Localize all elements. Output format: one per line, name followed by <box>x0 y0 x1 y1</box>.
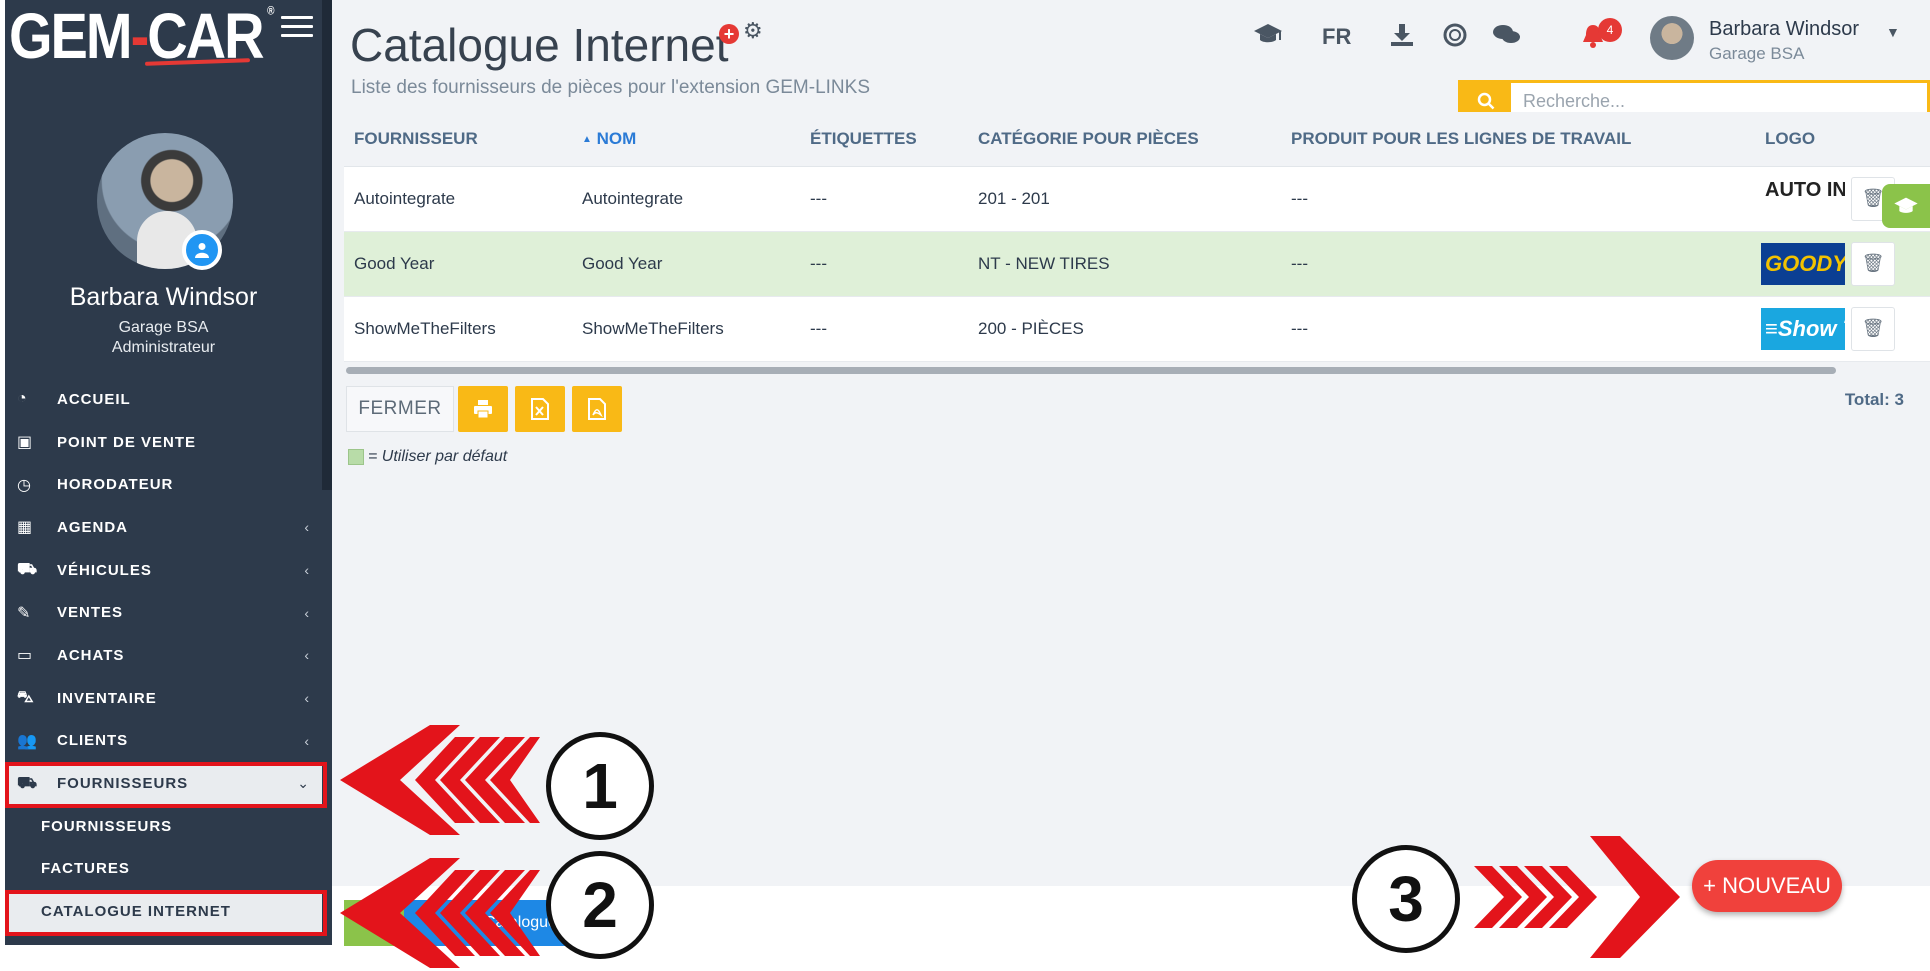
language-selector[interactable]: FR <box>1322 24 1351 50</box>
cell-nom: Good Year <box>572 231 800 297</box>
pdf-export-icon[interactable] <box>572 386 622 432</box>
goodyear-logo: GOODY <box>1761 242 1845 285</box>
sidebar-item-vehicules[interactable]: ⛟ VÉHICULES ‹ <box>5 549 322 592</box>
excel-export-icon[interactable] <box>515 386 565 432</box>
chat-icon[interactable] <box>1492 22 1522 55</box>
chevron-left-icon: ‹ <box>304 732 310 749</box>
cell-etiquettes: --- <box>800 231 968 297</box>
cell-etiquettes: --- <box>800 166 968 232</box>
table-row[interactable]: Autointegrate Autointegrate --- 201 - 20… <box>344 166 1930 232</box>
sidebar-item-clients[interactable]: 👥 CLIENTS ‹ <box>5 720 322 763</box>
column-header-produit[interactable]: PRODUIT POUR LES LIGNES DE TRAVAIL <box>1281 112 1755 167</box>
close-button[interactable]: FERMER <box>346 386 454 432</box>
cell-fournisseur: Good Year <box>344 231 572 297</box>
annotation-callout-2: 2 <box>546 851 654 959</box>
cell-categorie: NT - NEW TIRES <box>968 231 1281 297</box>
annotation-arrow-3 <box>1474 836 1680 958</box>
sidebar-item-achats[interactable]: ▭ ACHATS ‹ <box>5 634 322 677</box>
default-color-swatch <box>348 449 364 465</box>
menu-toggle-icon[interactable] <box>281 16 313 40</box>
column-header-fournisseur[interactable]: FOURNISSEUR <box>344 112 572 167</box>
sidebar-item-point-de-vente[interactable]: ▣ POINT DE VENTE <box>5 421 322 464</box>
table-horizontal-scrollbar[interactable] <box>346 367 1836 374</box>
annotation-arrow-1 <box>340 725 540 835</box>
cell-produit: --- <box>1281 231 1755 297</box>
submenu-item-factures[interactable]: FACTURES <box>5 848 322 891</box>
submenu-item-fournisseurs[interactable]: FOURNISSEURS <box>5 805 322 848</box>
sidebar-scrollbar[interactable] <box>322 0 332 490</box>
chevron-left-icon: ‹ <box>304 519 310 536</box>
user-garage: Garage BSA <box>1709 44 1805 63</box>
add-circle-icon[interactable]: + <box>719 24 739 44</box>
user-badge-icon <box>182 230 222 270</box>
gear-icon[interactable]: ⚙ <box>743 18 763 44</box>
chevron-left-icon: ‹ <box>304 604 310 621</box>
sort-asc-icon: ▲ <box>582 133 592 145</box>
clock-icon: ◷ <box>17 476 32 494</box>
annotation-arrow-2 <box>340 858 540 968</box>
sidebar-item-inventaire[interactable]: ⛍ INVENTAIRE ‹ <box>5 677 322 720</box>
trash-icon[interactable]: 🗑 <box>1851 306 1895 351</box>
graduation-cap-icon[interactable] <box>1253 22 1283 53</box>
cell-fournisseur: ShowMeTheFilters <box>344 296 572 362</box>
sidebar-item-accueil[interactable]: ◔ ACCUEIL <box>5 378 322 421</box>
annotation-callout-3: 3 <box>1352 845 1460 953</box>
sidebar-item-agenda[interactable]: ▦ AGENDA ‹ <box>5 506 322 549</box>
cell-categorie: 201 - 201 <box>968 166 1281 232</box>
suppliers-table: FOURNISSEUR ▲ NOM ÉTIQUETTES CATÉGORIE P… <box>344 112 1930 366</box>
cell-etiquettes: --- <box>800 296 968 362</box>
column-header-logo[interactable]: LOGO <box>1755 112 1930 167</box>
column-header-categorie[interactable]: CATÉGORIE POUR PIÈCES <box>968 112 1281 167</box>
cell-logo: GOODY 🗑 <box>1755 231 1930 297</box>
cell-logo: ≡Show Th🗑 <box>1755 296 1930 362</box>
cell-produit: --- <box>1281 166 1755 232</box>
showmethefilters-logo: ≡Show Th <box>1761 307 1845 350</box>
sidebar-item-ventes[interactable]: ✎ VENTES ‹ <box>5 591 322 634</box>
profile-name: Barbara Windsor <box>69 283 258 311</box>
car-icon: ⛟ <box>17 561 39 579</box>
trash-icon[interactable]: 🗑 <box>1851 241 1895 286</box>
credit-card-icon: ▭ <box>17 647 34 665</box>
download-icon[interactable] <box>1389 22 1415 55</box>
page-title: Catalogue Internet <box>350 19 729 71</box>
user-name[interactable]: Barbara Windsor <box>1709 18 1859 41</box>
tutorial-tab-graduation-cap-icon[interactable] <box>1882 184 1930 228</box>
column-header-nom[interactable]: ▲ NOM <box>572 112 800 167</box>
sidebar-menu: ◔ ACCUEIL ▣ POINT DE VENTE ◷ HORODATEUR … <box>5 378 322 933</box>
caret-down-icon[interactable]: ▼ <box>1886 24 1900 40</box>
cell-categorie: 200 - PIÈCES <box>968 296 1281 362</box>
sidebar-item-horodateur[interactable]: ◷ HORODATEUR <box>5 463 322 506</box>
user-avatar[interactable] <box>1650 16 1694 60</box>
highlight-fournisseurs <box>5 762 327 808</box>
print-icon[interactable] <box>458 386 508 432</box>
annotation-callout-1: 1 <box>546 732 654 840</box>
table-header-row: FOURNISSEUR ▲ NOM ÉTIQUETTES CATÉGORIE P… <box>344 112 1930 167</box>
cell-fournisseur: Autointegrate <box>344 166 572 232</box>
table-row[interactable]: ShowMeTheFilters ShowMeTheFilters --- 20… <box>344 296 1930 362</box>
cash-icon: ▣ <box>17 434 34 452</box>
highlight-catalogue-internet <box>5 890 327 936</box>
notification-count-badge: 4 <box>1598 18 1622 42</box>
table-row[interactable]: Good Year Good Year --- NT - NEW TIRES -… <box>344 231 1930 297</box>
chevron-left-icon: ‹ <box>304 690 310 707</box>
lifebuoy-icon[interactable] <box>1442 22 1468 55</box>
default-legend: = Utiliser par défaut <box>348 448 507 466</box>
column-header-etiquettes[interactable]: ÉTIQUETTES <box>800 112 968 167</box>
cart-icon: ⛍ <box>17 689 35 707</box>
chevron-left-icon: ‹ <box>304 562 310 579</box>
dashboard-icon: ◔ <box>17 390 28 408</box>
cell-nom: Autointegrate <box>572 166 800 232</box>
chevron-left-icon: ‹ <box>304 647 310 664</box>
users-icon: 👥 <box>17 732 38 750</box>
total-count: Total: 3 <box>1844 390 1904 409</box>
calendar-icon: ▦ <box>17 519 34 537</box>
edit-icon: ✎ <box>17 604 32 622</box>
page-subtitle: Liste des fournisseurs de pièces pour l'… <box>351 77 870 98</box>
cell-nom: ShowMeTheFilters <box>572 296 800 362</box>
cell-produit: --- <box>1281 296 1755 362</box>
profile-role: Administrateur <box>111 339 216 356</box>
profile-garage: Garage BSA <box>118 319 209 336</box>
new-button[interactable]: + NOUVEAU <box>1692 860 1842 912</box>
autointegrate-logo: AUTO INTEG <box>1761 177 1845 220</box>
